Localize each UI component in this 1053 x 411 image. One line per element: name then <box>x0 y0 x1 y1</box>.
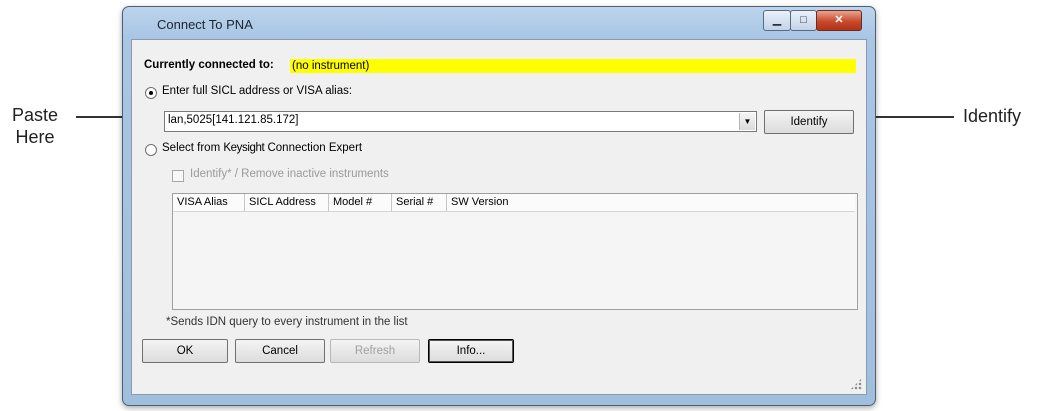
callout-paste-label: Paste <box>11 105 59 125</box>
address-dropdown-arrow[interactable]: ▼ <box>739 113 755 130</box>
title-bar[interactable]: Connect To PNA ▁ □ ✕ <box>123 7 875 37</box>
remove-inactive-label: Identify* / Remove inactive instruments <box>190 168 389 180</box>
remove-inactive-checkbox[interactable] <box>172 170 184 182</box>
close-button[interactable]: ✕ <box>816 10 862 31</box>
callout-paste-here: Paste Here <box>4 104 66 148</box>
column-model[interactable]: Model # <box>329 194 392 211</box>
address-radio[interactable] <box>145 87 157 99</box>
expert-radio-label[interactable]: Select from Keysight Connection Expert <box>162 142 362 154</box>
column-serial[interactable]: Serial # <box>392 194 447 211</box>
status-value: (no instrument) <box>290 59 856 73</box>
connect-dialog: Connect To PNA ▁ □ ✕ Currently connected… <box>122 6 876 406</box>
status-label: Currently connected to: <box>144 59 274 71</box>
column-sicl-address[interactable]: SICL Address <box>245 194 329 211</box>
address-input-value[interactable]: lan,5025[141.121.85.172] <box>168 114 298 126</box>
expert-label-suffix: Connection Expert <box>264 142 363 154</box>
address-input[interactable]: lan,5025[141.121.85.172] ▼ <box>164 111 757 132</box>
expert-label-prefix: Select from <box>162 142 224 154</box>
expert-radio[interactable] <box>145 144 157 156</box>
address-radio-label[interactable]: Enter full SICL address or VISA alias: <box>162 85 352 97</box>
expert-label-brand: Keysight <box>223 142 265 154</box>
callout-here-label: Here <box>15 127 55 147</box>
column-visa-alias[interactable]: VISA Alias <box>173 194 245 211</box>
identify-button[interactable]: Identify <box>764 110 854 134</box>
refresh-button[interactable]: Refresh <box>330 339 420 363</box>
ok-button[interactable]: OK <box>142 339 228 363</box>
footnote: *Sends IDN query to every instrument in … <box>166 316 408 328</box>
window-title: Connect To PNA <box>157 17 253 32</box>
info-button[interactable]: Info... <box>428 339 514 363</box>
resize-grip-icon[interactable] <box>850 378 862 390</box>
instrument-table-header: VISA Alias SICL Address Model # Serial #… <box>173 194 855 212</box>
column-sw-version[interactable]: SW Version <box>447 194 855 211</box>
minimize-button[interactable]: ▁ <box>763 10 791 31</box>
dialog-body: Currently connected to: (no instrument) … <box>131 39 867 395</box>
maximize-button[interactable]: □ <box>790 10 817 31</box>
cancel-button[interactable]: Cancel <box>235 339 325 363</box>
callout-identify: Identify <box>963 106 1022 126</box>
instrument-table[interactable]: VISA Alias SICL Address Model # Serial #… <box>172 193 858 310</box>
